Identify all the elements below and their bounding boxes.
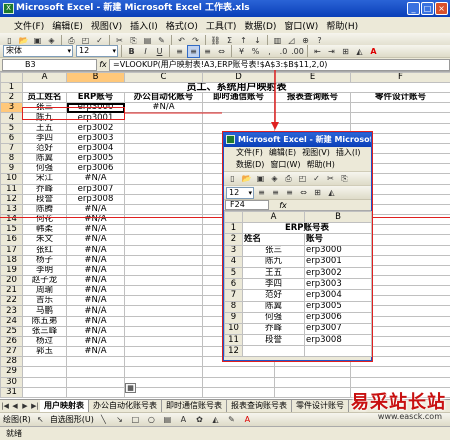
line-color-icon[interactable]: ✎ (225, 413, 238, 426)
sheet-tab[interactable]: 报表查询账号表 (227, 400, 292, 412)
status-bar: 就绪 (0, 426, 450, 440)
arrow-icon[interactable]: ↘ (113, 413, 126, 426)
wordart-icon[interactable]: A (177, 413, 190, 426)
sheet-tab[interactable]: 零件设计账号 (292, 400, 349, 412)
paste-options-icon[interactable]: ▦ (125, 383, 136, 393)
select-objects-icon[interactable]: ↖ (34, 413, 47, 426)
status-text: 就绪 (6, 429, 22, 438)
oval-icon[interactable]: ○ (145, 413, 158, 426)
autoshapes-menu-button[interactable]: 自选图形(U) (50, 414, 94, 425)
sheet-tab[interactable]: 办公自动化账号表 (89, 400, 162, 412)
textbox-icon[interactable]: ▤ (161, 413, 174, 426)
site-watermark: 易采站长站 (351, 388, 446, 414)
draw-menu-button[interactable]: 绘图(R) (3, 414, 31, 425)
first-sheet-icon[interactable]: |◀ (0, 402, 10, 410)
sheet-tab[interactable]: 用户映射表 (40, 400, 89, 412)
prev-sheet-icon[interactable]: ◀ (10, 402, 20, 410)
arrow-head (271, 122, 279, 130)
rectangle-icon[interactable]: □ (129, 413, 142, 426)
clipart-icon[interactable]: ✿ (193, 413, 206, 426)
next-sheet-icon[interactable]: ▶ (20, 402, 30, 410)
highlight-box-secondary (222, 131, 373, 362)
site-watermark-url: www.easck.com (378, 412, 442, 421)
font-color-icon[interactable]: A (241, 413, 254, 426)
fill-color-icon[interactable]: ◭ (209, 413, 222, 426)
last-sheet-icon[interactable]: ▶| (30, 402, 40, 410)
sheet-tab[interactable]: 即时通信账号表 (162, 400, 227, 412)
line-icon[interactable]: ╲ (97, 413, 110, 426)
